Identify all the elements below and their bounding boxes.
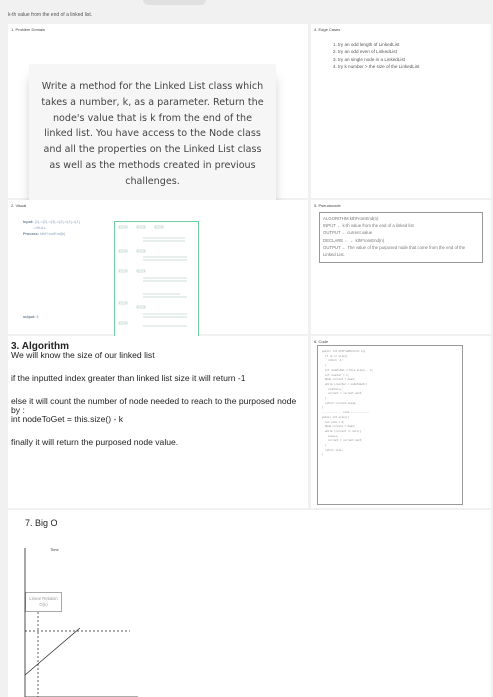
visual-frame: 2. Visual Input: {1}->{2}->{3}->{2}->{1}… bbox=[8, 200, 308, 338]
linked-list-diagram[interactable] bbox=[114, 221, 199, 338]
algorithm-paragraph: if the inputted index greater than linke… bbox=[11, 373, 246, 383]
problem-domain-frame: 1. Problem Domain Write a method for the… bbox=[8, 24, 308, 201]
pseudocode-line: ALGORITHM kthFromEnd(n) bbox=[323, 216, 379, 221]
edge-case-item: 3. try an single node in a LinkedList bbox=[333, 56, 406, 62]
big-o-linear-line bbox=[24, 627, 81, 676]
pseudocode-label: 5. Pseudocode bbox=[314, 203, 341, 208]
big-o-frame: 7. Big O Time Linear Relation O(n) bbox=[8, 510, 491, 697]
pseudocode-box[interactable]: ALGORITHM kthFromEnd(n) INPUT ← k-th val… bbox=[319, 212, 483, 263]
pseudocode-line: OUTPUT ← current.value bbox=[323, 230, 373, 236]
pseudocode-line: INPUT ← k-th value from the end of a lin… bbox=[323, 223, 414, 229]
code-label: 6. Code bbox=[314, 339, 329, 344]
pseudocode-line: OUTPUT ← The value of the purposed node … bbox=[323, 244, 466, 258]
input-label: Input: bbox=[23, 220, 34, 224]
edge-case-item: 4. try k number > the size of the Linked… bbox=[333, 64, 420, 70]
big-o-graph bbox=[24, 548, 138, 697]
top-tab[interactable] bbox=[143, 0, 206, 5]
algorithm-frame: 3. Algorithm We will know the size of ou… bbox=[8, 336, 308, 508]
problem-domain-label: 1. Problem Domain bbox=[11, 27, 46, 32]
code-box[interactable]: public int kthFromEnd(int k){ if (k >= s… bbox=[317, 345, 463, 505]
algorithm-paragraph: int nodeToGet = this.size() - k bbox=[11, 414, 124, 424]
process-value: kthFromEnd(k) bbox=[40, 232, 66, 236]
edge-case-item: 1. try an odd length of LinkedList bbox=[333, 42, 400, 47]
edge-case-item: 2. try an odd even of LinkedList bbox=[333, 49, 397, 55]
visual-info: Input: {1}->{2}->{3}->{2}->{1}->{1} ->NU… bbox=[23, 219, 123, 237]
output-label: output: 3 bbox=[23, 315, 39, 319]
process-label: Process: bbox=[23, 232, 40, 236]
pseudocode-frame: 5. Pseudocode ALGORITHM kthFromEnd(n) IN… bbox=[311, 200, 491, 334]
algorithm-paragraph: finally it will return the purposed node… bbox=[11, 437, 179, 447]
input-value: {1}->{2}->{3}->{2}->{1}->{1} bbox=[34, 220, 80, 224]
visual-label: 2. Visual bbox=[11, 203, 27, 208]
algorithm-text: We will know the size of our linked list… bbox=[11, 351, 301, 447]
problem-domain-sticky-note[interactable]: Write a method for the Linked List class… bbox=[29, 64, 276, 201]
algorithm-paragraph: We will know the size of our linked list bbox=[11, 350, 155, 360]
code-frame: 6. Code public int kthFromEnd(int k){ if… bbox=[311, 336, 491, 508]
edge-cases-label: 4. Edge Cases bbox=[314, 27, 341, 32]
edge-cases-list: 1. try an odd length of LinkedList 2. tr… bbox=[333, 41, 463, 71]
pseudocode-line: DECLARE ← ← kthFromEnd(n) bbox=[323, 237, 385, 243]
board-title: k-th value from the end of a linked list… bbox=[8, 12, 93, 18]
linked-list-diagram-drawing bbox=[118, 225, 187, 327]
algorithm-paragraph: else it will count the number of node ne… bbox=[11, 396, 297, 415]
code-line: } bbox=[322, 453, 324, 457]
edge-cases-frame: 4. Edge Cases 1. try an odd length of Li… bbox=[311, 24, 491, 198]
